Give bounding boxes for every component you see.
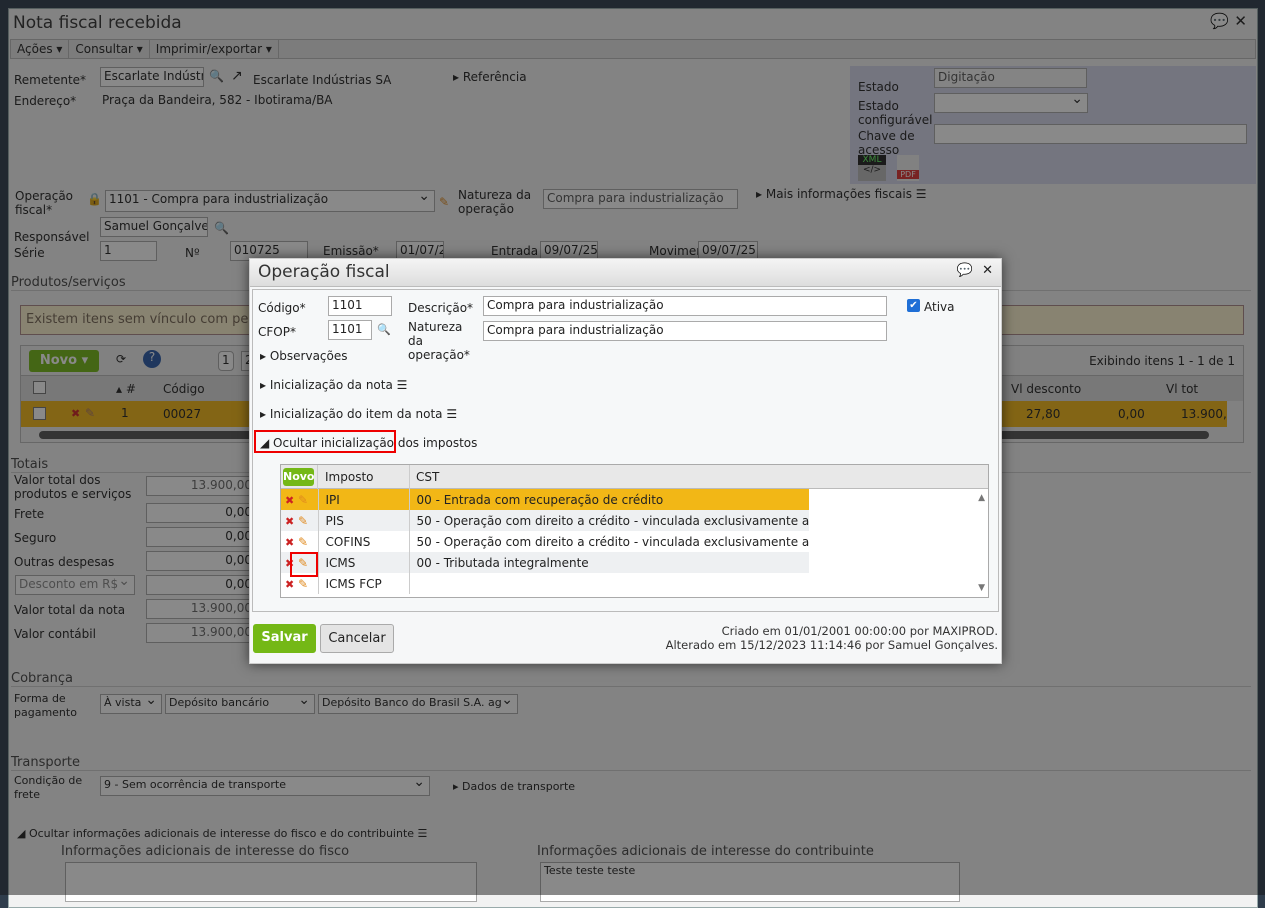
natureza-input[interactable]: Compra para industrialização (483, 321, 887, 341)
cfop-label: CFOP* (258, 325, 296, 339)
cst-cell (409, 573, 809, 594)
column-cst[interactable]: CST (416, 470, 439, 484)
edit-pencil-icon[interactable]: ✎ (298, 493, 308, 507)
imposto-cell: IPI (318, 489, 410, 510)
column-imposto[interactable]: Imposto (325, 470, 374, 484)
codigo-input[interactable]: 1101 (328, 296, 392, 316)
edit-pencil-icon[interactable]: ✎ (298, 535, 308, 549)
alterado-text: Alterado em 15/12/2023 11:14:46 por Samu… (665, 638, 998, 652)
dialog-title: Operação fiscal (258, 262, 390, 282)
novo-imposto-button[interactable]: Novo (283, 468, 315, 486)
imposto-row[interactable]: ✖ ✎ COFINS 50 - Operação com direito a cré… (281, 531, 809, 552)
imposto-cell: PIS (318, 510, 410, 531)
impostos-grid: Novo Imposto CST ✖ ✎ IPI 00 - Entrada com … (280, 464, 989, 598)
operacao-fiscal-dialog: Operação fiscal 💬 ✕ Código* 1101 CFOP* 1… (249, 258, 1002, 664)
cancelar-button[interactable]: Cancelar (320, 624, 394, 653)
dialog-body: Código* 1101 CFOP* 1101 🔍 Descrição* Com… (252, 289, 999, 612)
ativa-checkbox[interactable]: ✔ (907, 299, 920, 312)
imposto-row[interactable]: ✖ ✎ IPI 00 - Entrada com recuperação de cr… (281, 489, 809, 510)
edit-pencil-icon[interactable]: ✎ (298, 514, 308, 528)
search-icon[interactable]: 🔍 (377, 323, 391, 336)
audit-info: Criado em 01/01/2001 00:00:00 por MAXIPR… (666, 624, 998, 652)
imposto-row[interactable]: ✖ ✎ ICMS 00 - Tributada integralmente (281, 552, 809, 573)
scroll-up-icon[interactable]: ▲ (978, 493, 985, 503)
imposto-row[interactable]: ✖ ✎ ICMS FCP (281, 573, 809, 594)
close-icon[interactable]: ✕ (982, 263, 993, 278)
init-nota-toggle[interactable]: ▸ Inicialização da nota ☰ (260, 378, 407, 392)
observacoes-toggle[interactable]: ▸ Observações (260, 349, 348, 363)
ativa-label: Ativa (924, 300, 955, 314)
salvar-button[interactable]: Salvar (253, 624, 316, 653)
codigo-label: Código* (258, 301, 306, 315)
cfop-input[interactable]: 1101 (328, 320, 372, 340)
cst-cell: 50 - Operação com direito a crédito - vi… (409, 510, 809, 531)
init-item-toggle[interactable]: ▸ Inicialização do item da nota ☰ (260, 407, 457, 421)
delete-icon[interactable]: ✖ (285, 494, 294, 507)
imposto-cell: ICMS (318, 552, 410, 573)
highlight-box (290, 552, 318, 577)
highlight-box (254, 430, 396, 453)
criado-text: Criado em 01/01/2001 00:00:00 por MAXIPR… (721, 624, 998, 638)
descricao-label: Descrição* (408, 301, 474, 315)
scroll-down-icon[interactable]: ▼ (978, 583, 985, 593)
imposto-cell: COFINS (318, 531, 410, 552)
delete-icon[interactable]: ✖ (285, 578, 294, 591)
natureza-label: Natureza da operação* (408, 320, 470, 362)
imposto-cell: ICMS FCP (318, 573, 410, 594)
impostos-table: ✖ ✎ IPI 00 - Entrada com recuperação de cr… (281, 489, 809, 594)
dialog-titlebar: Operação fiscal 💬 ✕ (250, 259, 1001, 287)
descricao-input[interactable]: Compra para industrialização (483, 296, 887, 316)
cst-cell: 50 - Operação com direito a crédito - vi… (409, 531, 809, 552)
cst-cell: 00 - Entrada com recuperação de crédito (409, 489, 809, 510)
delete-icon[interactable]: ✖ (285, 536, 294, 549)
cst-cell: 00 - Tributada integralmente (409, 552, 809, 573)
comment-icon[interactable]: 💬 (957, 263, 973, 278)
delete-icon[interactable]: ✖ (285, 515, 294, 528)
imposto-row[interactable]: ✖ ✎ PIS 50 - Operação com direito a crédit… (281, 510, 809, 531)
edit-pencil-icon[interactable]: ✎ (298, 577, 308, 591)
